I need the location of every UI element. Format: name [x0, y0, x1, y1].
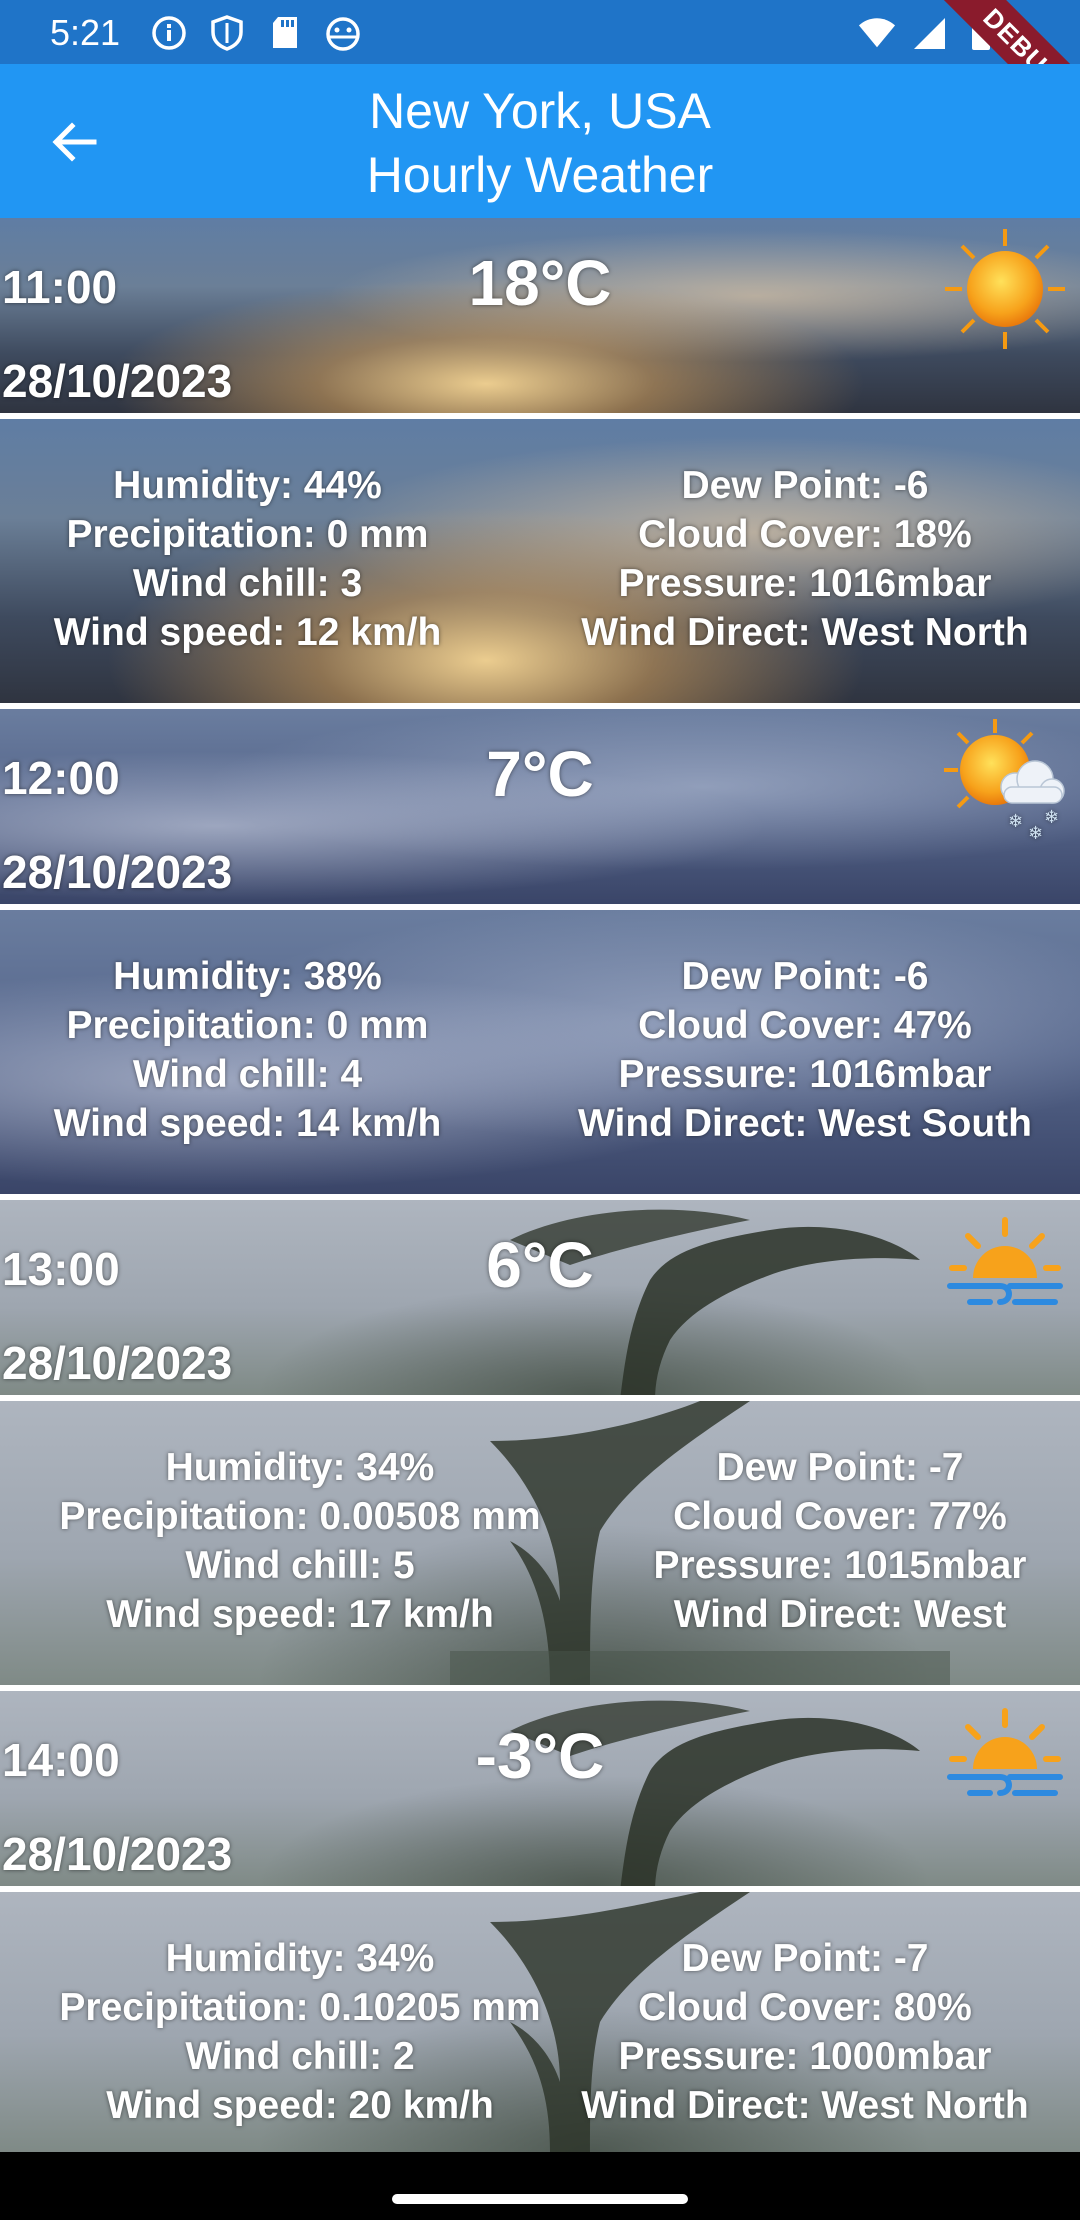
wind-direction-text: Wind Direct: West South [578, 1102, 1032, 1145]
hour-item[interactable]: 11:00 28/10/2023 18°C Humidity: 44% Prec… [0, 218, 1080, 703]
hour-temperature: -3°C [475, 1720, 605, 1792]
dew-point-text: Dew Point: -7 [716, 1446, 964, 1489]
cloud-cover-text: Cloud Cover: 47% [638, 1004, 972, 1047]
signal-icon [910, 14, 948, 52]
hour-date: 28/10/2023 [2, 1337, 233, 1389]
hour-temperature: 18°C [468, 247, 612, 319]
humidity-text: Humidity: 34% [165, 1446, 435, 1489]
detail-left-column: Humidity: 44% Precipitation: 0 mm Wind c… [0, 461, 495, 657]
pressure-text: Pressure: 1000mbar [618, 2035, 992, 2078]
wind-chill-text: Wind chill: 3 [132, 562, 363, 605]
cloud-cover-text: Cloud Cover: 80% [638, 1986, 972, 2029]
wind-direction-text: Wind Direct: West North [581, 2084, 1029, 2127]
wind-speed-text: Wind speed: 17 km/h [106, 1593, 494, 1636]
hour-item[interactable]: 14:00 28/10/2023 -3°C Humidity: 34% Prec… [0, 1691, 1080, 2152]
precipitation-text: Precipitation: 0.00508 mm [59, 1495, 541, 1538]
cloud-cover-text: Cloud Cover: 18% [638, 513, 972, 556]
detail-left-column: Humidity: 38% Precipitation: 0 mm Wind c… [0, 952, 495, 1148]
wind-chill-text: Wind chill: 4 [132, 1053, 363, 1096]
precipitation-text: Precipitation: 0 mm [66, 513, 429, 556]
detail-left-column: Humidity: 34% Precipitation: 0.00508 mm … [0, 1443, 600, 1639]
wind-direction-text: Wind Direct: West North [581, 611, 1029, 654]
hour-temperature: 6°C [486, 1229, 594, 1301]
page-title-location: New York, USA [369, 83, 711, 139]
hour-item[interactable]: 12:00 28/10/2023 7°C ❄ ❄ ❄ Humidity: 38%… [0, 709, 1080, 1194]
pressure-text: Pressure: 1015mbar [653, 1544, 1027, 1587]
humidity-text: Humidity: 38% [113, 955, 382, 998]
detail-right-column: Dew Point: -6 Cloud Cover: 18% Pressure:… [560, 461, 1050, 657]
status-time: 5:21 [50, 12, 121, 53]
detail-right-column: Dew Point: -7 Cloud Cover: 77% Pressure:… [600, 1443, 1080, 1639]
wind-chill-text: Wind chill: 2 [185, 2035, 415, 2078]
sun-haze-icon [947, 1217, 1063, 1305]
hourly-list[interactable]: 11:00 28/10/2023 18°C Humidity: 44% Prec… [0, 218, 1080, 2152]
dew-point-text: Dew Point: -6 [681, 955, 929, 998]
svg-text:❄: ❄ [1044, 807, 1059, 828]
page-title-subtitle: Hourly Weather [366, 147, 714, 203]
hour-detail-card: Humidity: 34% Precipitation: 0.10205 mm … [0, 1892, 1080, 2152]
android-icon [324, 14, 362, 52]
precipitation-text: Precipitation: 0.10205 mm [59, 1986, 541, 2029]
sun-icon [945, 229, 1065, 349]
info-icon [150, 14, 188, 52]
hour-detail-card: Humidity: 44% Precipitation: 0 mm Wind c… [0, 419, 1080, 703]
svg-text:❄: ❄ [1028, 823, 1043, 844]
detail-right-column: Dew Point: -6 Cloud Cover: 47% Pressure:… [560, 952, 1050, 1148]
humidity-text: Humidity: 34% [165, 1937, 435, 1980]
wifi-icon [858, 14, 896, 52]
wind-speed-text: Wind speed: 14 km/h [53, 1102, 442, 1145]
sd-card-icon [266, 14, 304, 52]
dew-point-text: Dew Point: -7 [681, 1937, 929, 1980]
cloud-cover-text: Cloud Cover: 77% [673, 1495, 1007, 1538]
hour-summary-card: 13:00 28/10/2023 6°C [0, 1200, 1080, 1395]
hour-temperature: 7°C [486, 738, 594, 810]
hour-date: 28/10/2023 [2, 846, 233, 898]
status-icons-left [150, 14, 362, 52]
hour-date: 28/10/2023 [2, 355, 233, 407]
hour-item[interactable]: 13:00 28/10/2023 6°C Humidity: 34% Preci… [0, 1200, 1080, 1685]
status-bar: 5:21 DEBUG [0, 0, 1080, 145]
dew-point-text: Dew Point: -6 [681, 464, 929, 507]
hour-detail-card: Humidity: 34% Precipitation: 0.00508 mm … [0, 1401, 1080, 1685]
wind-speed-text: Wind speed: 12 km/h [53, 611, 442, 654]
sun-cloud-snow-icon: ❄❄❄ [944, 719, 1065, 844]
hour-summary-card: 12:00 28/10/2023 7°C ❄ ❄ ❄ [0, 709, 1080, 904]
detail-right-column: Dew Point: -7 Cloud Cover: 80% Pressure:… [560, 1934, 1050, 2130]
shield-icon [208, 14, 246, 52]
humidity-text: Humidity: 44% [113, 464, 382, 507]
wind-speed-text: Wind speed: 20 km/h [106, 2084, 494, 2127]
detail-left-column: Humidity: 34% Precipitation: 0.10205 mm … [0, 1934, 600, 2130]
hour-summary-card: 14:00 28/10/2023 -3°C [0, 1691, 1080, 1886]
pressure-text: Pressure: 1016mbar [618, 1053, 992, 1096]
app-bar: New York, USA Hourly Weather [0, 64, 1080, 218]
system-nav-bar [0, 2154, 1080, 2220]
wind-direction-text: Wind Direct: West [673, 1593, 1007, 1636]
hour-detail-card: Humidity: 38% Precipitation: 0 mm Wind c… [0, 910, 1080, 1194]
precipitation-text: Precipitation: 0 mm [66, 1004, 429, 1047]
hour-date: 28/10/2023 [2, 1828, 233, 1880]
pressure-text: Pressure: 1016mbar [618, 562, 992, 605]
sun-haze-icon [947, 1708, 1063, 1796]
svg-text:❄: ❄ [1008, 811, 1023, 832]
home-gesture-handle[interactable] [392, 2194, 688, 2204]
wind-chill-text: Wind chill: 5 [185, 1544, 415, 1587]
hour-summary-card: 11:00 28/10/2023 18°C [0, 218, 1080, 413]
